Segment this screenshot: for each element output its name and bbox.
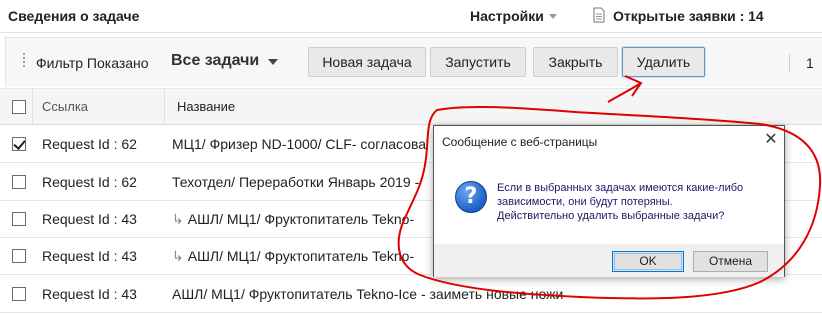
row-checkbox[interactable] [12, 137, 26, 151]
dialog-message: Если в выбранных задачах имеются какие-л… [497, 181, 777, 223]
row-checkbox[interactable] [12, 249, 26, 263]
dialog-footer: OK Отмена [434, 244, 784, 277]
row-checkbox[interactable] [12, 287, 26, 301]
row-checkbox[interactable] [12, 212, 26, 226]
close-icon[interactable]: ✕ [764, 132, 778, 148]
delete-button[interactable]: Удалить [621, 46, 706, 78]
request-id-link[interactable]: Request Id : 62 [42, 136, 137, 152]
view-selector[interactable]: Все задачи [171, 52, 259, 70]
ok-button[interactable]: OK [612, 251, 684, 272]
task-name-text[interactable]: АШЛ/ МЦ1/ Фруктопитатель Tekno- [188, 211, 414, 227]
filter-label: Фильтр Показано [36, 55, 149, 71]
task-name-link[interactable]: ↳ АШЛ/ МЦ1/ Фруктопитатель Tekno- [172, 248, 414, 265]
question-icon: ? [455, 181, 487, 213]
task-name-link[interactable]: АШЛ/ МЦ1/ Фруктопитатель Tekno-Ice - заи… [172, 286, 563, 302]
drag-handle-icon[interactable] [22, 53, 26, 71]
dialog-message-line: Действительно удалить выбранные задачи? [497, 210, 725, 222]
table-row[interactable]: Request Id : 43 АШЛ/ МЦ1/ Фруктопитатель… [0, 276, 822, 313]
settings-menu[interactable]: Настройки [470, 8, 544, 24]
task-name-link[interactable]: ↳ АШЛ/ МЦ1/ Фруктопитатель Tekno- [172, 211, 414, 228]
subtask-arrow-icon: ↳ [172, 211, 184, 227]
task-name-link[interactable]: МЦ1/ Фризер ND-1000/ CLF- согласова [172, 136, 426, 152]
row-checkbox[interactable] [12, 175, 26, 189]
column-header-link[interactable]: Ссылка [42, 99, 88, 114]
select-all-checkbox[interactable] [12, 100, 26, 114]
document-icon [593, 7, 605, 23]
dialog-title: Сообщение с веб-страницы [442, 135, 598, 149]
toolbar-divider [789, 54, 790, 72]
view-selector-chevron-down-icon[interactable] [268, 59, 278, 65]
column-divider [164, 89, 165, 125]
top-header: Сведения о задаче Настройки Открытые зая… [0, 0, 822, 33]
request-id-link[interactable]: Request Id : 43 [42, 211, 137, 227]
open-requests-link[interactable]: Открытые заявки : 14 [613, 8, 764, 24]
task-name-text[interactable]: АШЛ/ МЦ1/ Фруктопитатель Tekno- [188, 248, 414, 264]
toolbar: Фильтр Показано Все задачи Новая задача … [5, 37, 822, 87]
start-button[interactable]: Запустить [430, 47, 526, 77]
cancel-button[interactable]: Отмена [693, 251, 768, 272]
table-header: Ссылка Название [0, 88, 822, 125]
subtask-arrow-icon: ↳ [172, 248, 184, 264]
request-id-link[interactable]: Request Id : 43 [42, 286, 137, 302]
page-indicator[interactable]: 1 [806, 55, 814, 71]
chevron-down-icon[interactable] [549, 14, 557, 19]
column-divider [32, 89, 33, 125]
request-id-link[interactable]: Request Id : 62 [42, 174, 137, 190]
task-name-link[interactable]: Техотдел/ Переработки Январь 2019 - [172, 174, 419, 190]
close-task-button[interactable]: Закрыть [533, 47, 618, 77]
request-id-link[interactable]: Request Id : 43 [42, 248, 137, 264]
page-title: Сведения о задаче [8, 8, 140, 24]
confirm-dialog: Сообщение с веб-страницы ✕ ? Если в выбр… [433, 125, 785, 277]
new-task-button[interactable]: Новая задача [308, 47, 426, 77]
dialog-message-line: Если в выбранных задачах имеются какие-л… [497, 182, 744, 194]
column-header-name[interactable]: Название [177, 99, 235, 114]
dialog-message-line: зависимости, они будут потеряны. [497, 196, 673, 208]
